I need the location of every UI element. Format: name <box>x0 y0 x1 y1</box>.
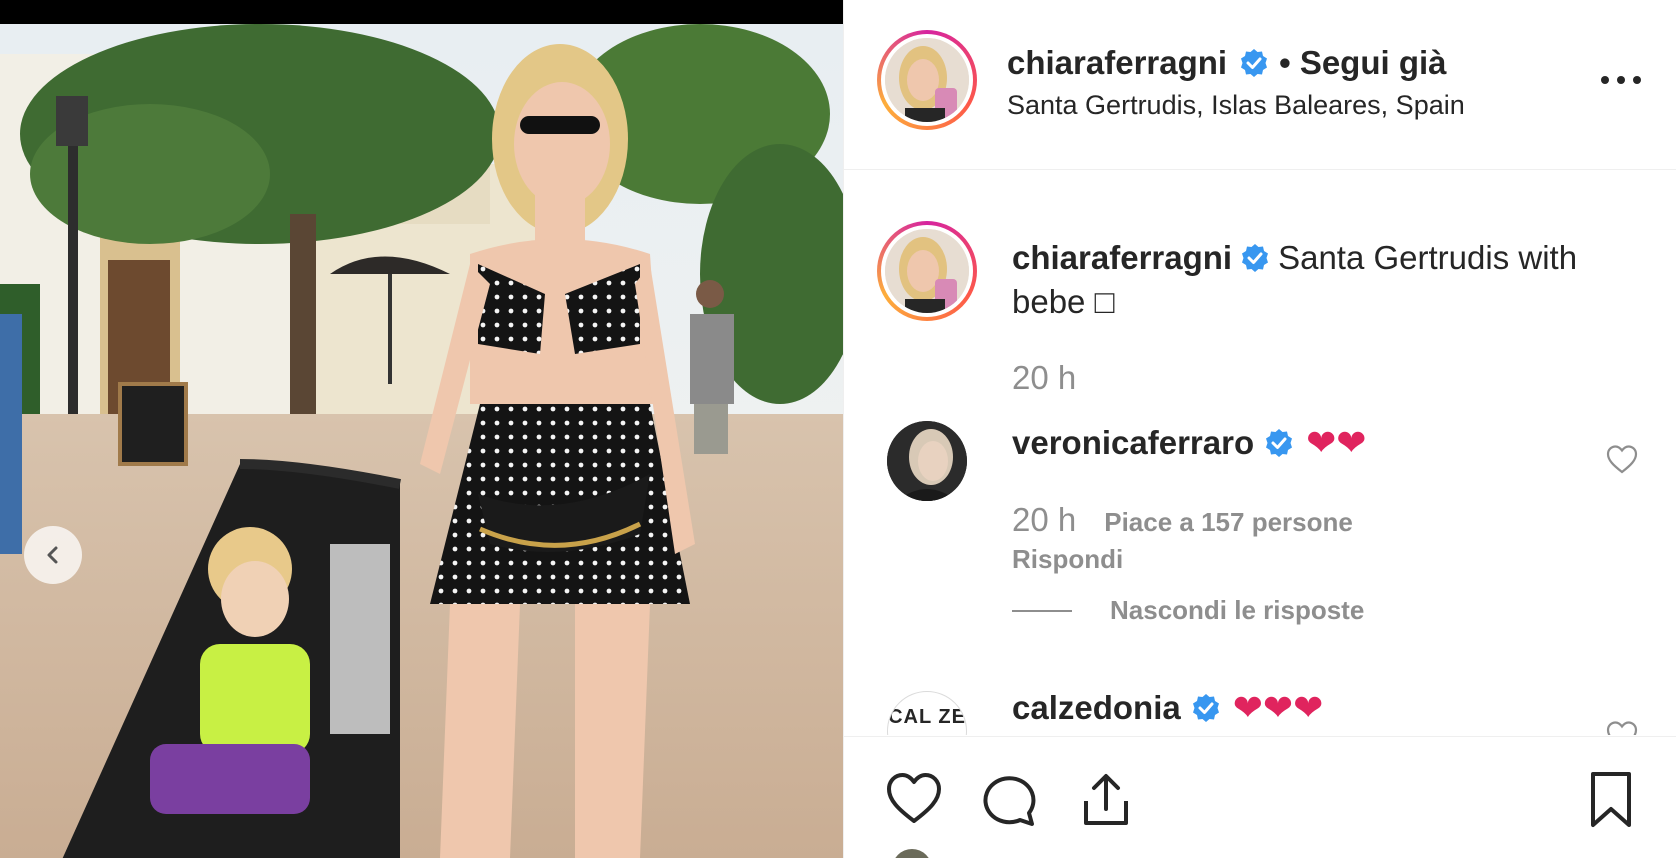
reply-text: ❤❤ <box>1306 422 1367 463</box>
reply-avatar-veronicaferraro[interactable] <box>887 421 967 501</box>
verified-badge-icon <box>1266 429 1293 457</box>
author-username[interactable]: chiaraferragni <box>1007 44 1227 82</box>
post-action-bar <box>844 736 1676 858</box>
reply-username[interactable]: veronicaferraro <box>1012 421 1254 465</box>
post-side-panel: chiaraferragni • Segui già Santa Gertrud… <box>843 0 1676 858</box>
verified-badge-icon <box>1242 244 1269 272</box>
hide-replies-button[interactable]: Nascondi le risposte <box>1012 595 1364 626</box>
reply-comment: calzedonia ❤❤❤ <box>1012 686 1323 730</box>
post-photo-area <box>0 0 843 858</box>
divider-line <box>1012 609 1072 612</box>
hide-replies-label: Nascondi le risposte <box>1110 595 1365 625</box>
reply-timestamp[interactable]: 20 h <box>1012 501 1076 539</box>
avatar-image <box>885 229 969 313</box>
reply-button[interactable]: Rispondi <box>1012 544 1123 575</box>
follow-status-button[interactable]: • Segui già <box>1279 44 1446 82</box>
author-avatar[interactable] <box>877 30 977 130</box>
caption-author-avatar[interactable] <box>877 221 977 321</box>
photo-illustration <box>0 24 843 858</box>
post-header: chiaraferragni • Segui già Santa Gertrud… <box>844 0 1676 170</box>
share-icon[interactable] <box>1076 769 1136 829</box>
comment-icon[interactable] <box>980 769 1040 829</box>
reply-username[interactable]: calzedonia <box>1012 686 1181 730</box>
heart-icon[interactable] <box>884 769 944 829</box>
post-location[interactable]: Santa Gertrudis, Islas Baleares, Spain <box>1007 90 1465 121</box>
heart-icon[interactable] <box>1605 719 1639 735</box>
post-caption: chiaraferragni Santa Gertrudis with bebe… <box>1012 236 1632 324</box>
caption-username[interactable]: chiaraferragni <box>1012 239 1232 276</box>
bookmark-icon[interactable] <box>1581 769 1641 829</box>
heart-icon[interactable] <box>1605 443 1639 475</box>
more-options-button[interactable] <box>1601 70 1641 90</box>
previous-photo-button[interactable] <box>24 526 82 584</box>
reply-likes-count[interactable]: Piace a 157 persone <box>1104 507 1353 538</box>
avatar-image <box>885 38 969 122</box>
comments-section[interactable]: chiaraferragni Santa Gertrudis with bebe… <box>844 171 1676 735</box>
reply-text: ❤❤❤ <box>1232 687 1324 728</box>
liker-avatar[interactable] <box>892 849 932 858</box>
reply-avatar-calzedonia[interactable]: CAL ZE <box>887 691 967 735</box>
verified-badge-icon <box>1192 694 1219 722</box>
more-horizontal-icon <box>1601 76 1609 84</box>
caption-timestamp[interactable]: 20 h <box>1012 359 1076 397</box>
avatar-image <box>887 421 967 501</box>
calzedonia-logo: CAL ZE <box>888 706 966 728</box>
verified-badge-icon <box>1241 49 1268 77</box>
post-photo[interactable] <box>0 24 843 858</box>
author-line: chiaraferragni • Segui già <box>1007 44 1447 82</box>
reply-meta: 20 h Piace a 157 persone <box>1012 501 1353 539</box>
reply-comment: veronicaferraro ❤❤ <box>1012 421 1366 465</box>
chevron-left-icon <box>47 546 58 564</box>
